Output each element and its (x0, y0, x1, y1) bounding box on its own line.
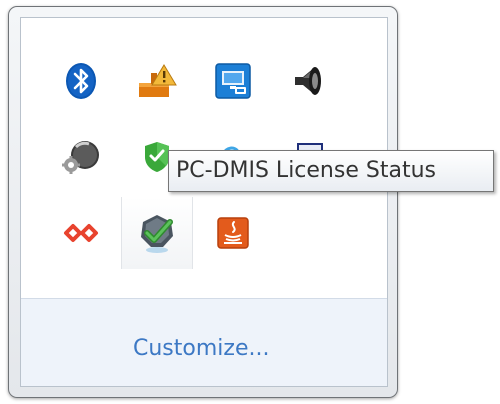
infinity-link-tray-icon[interactable] (45, 197, 117, 269)
infinity-link-icon (64, 224, 98, 242)
intel-graphics-icon (215, 63, 251, 99)
network-warning-tray-icon[interactable] (121, 45, 193, 117)
network-warning-icon (139, 64, 177, 97)
speaker-icon (295, 67, 321, 95)
bluetooth-tray-icon[interactable] (45, 45, 117, 117)
pc-dmis-license-icon (141, 215, 173, 253)
pc-dmis-license-tray-icon[interactable] (121, 197, 193, 269)
java-update-tray-icon[interactable] (197, 197, 269, 269)
intel-graphics-tray-icon[interactable] (197, 45, 269, 117)
notification-overflow-flyout: Customize... (8, 6, 398, 398)
bluetooth-icon (66, 63, 96, 99)
gear-disc-icon (62, 141, 99, 174)
customize-link[interactable]: Customize... (133, 336, 269, 361)
gear-disc-tray-icon[interactable] (45, 121, 117, 193)
flyout-panel: Customize... (20, 17, 388, 387)
tooltip-text: PC-DMIS License Status (176, 158, 436, 183)
java-update-icon (217, 217, 249, 249)
speaker-tray-icon[interactable] (273, 45, 345, 117)
customize-footer: Customize... (21, 298, 387, 386)
tooltip: PC-DMIS License Status (168, 150, 494, 192)
